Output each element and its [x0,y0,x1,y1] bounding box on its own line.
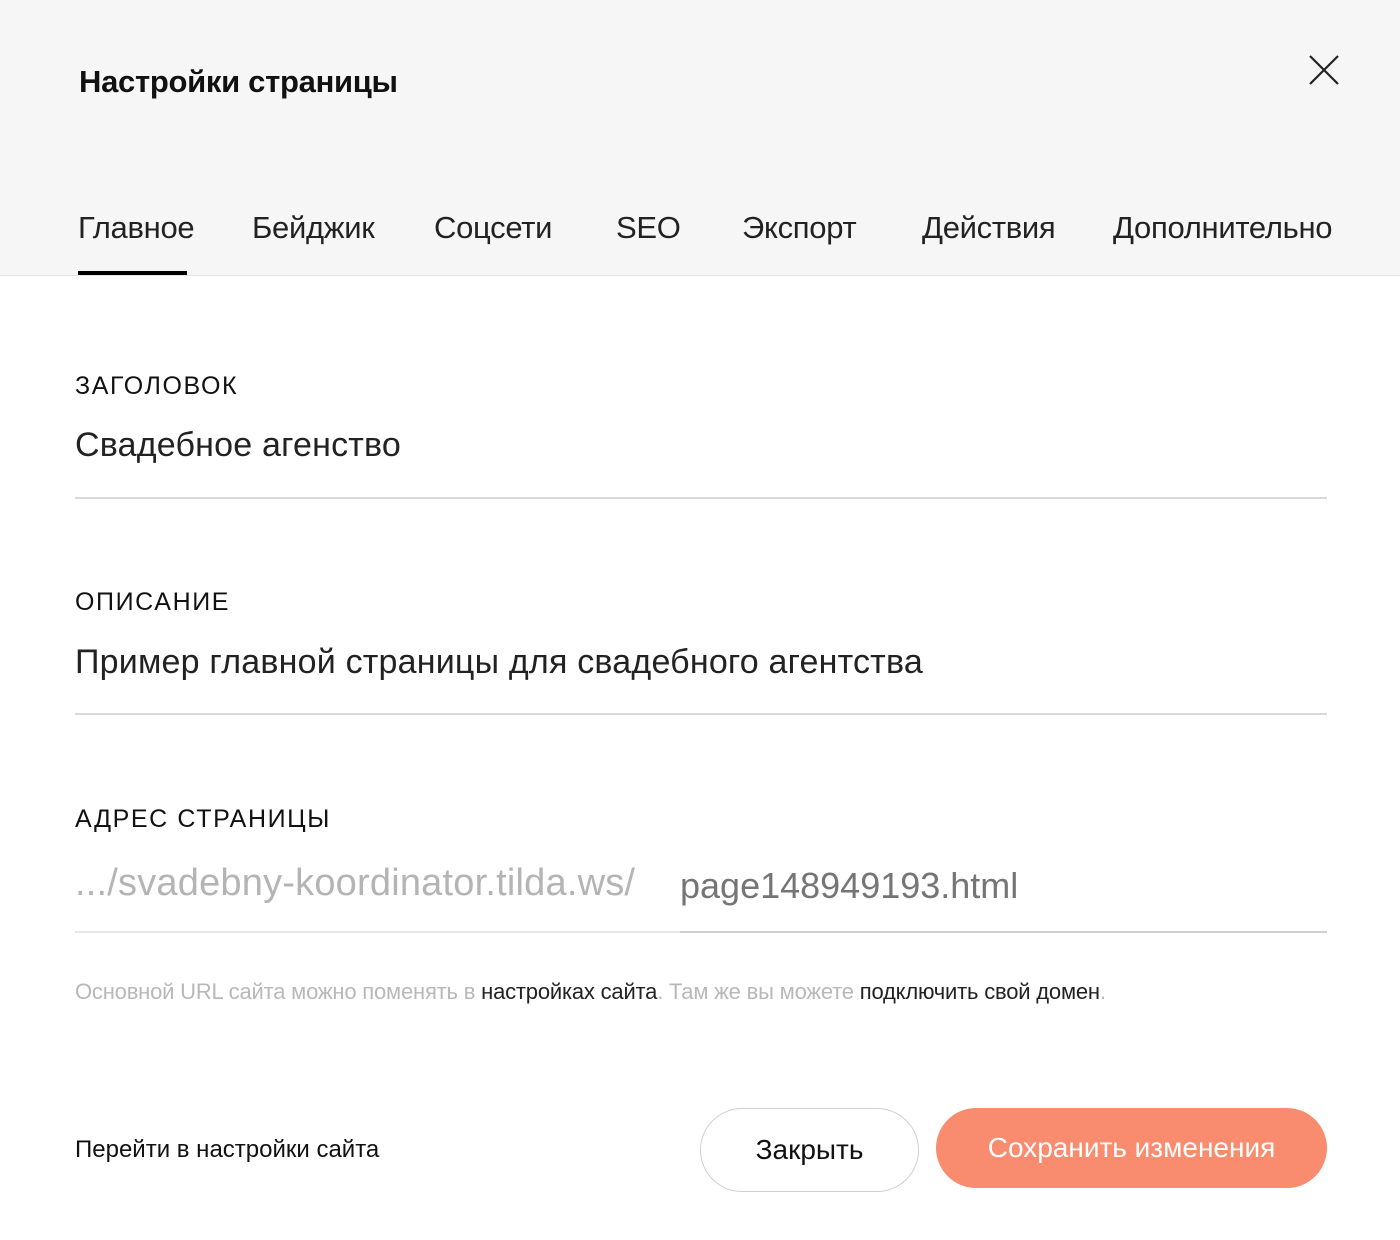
tab-seo[interactable]: SEO [616,210,681,246]
description-field-label: ОПИСАНИЕ [75,588,231,616]
tab-bar: Главное Бейджик Соцсети SEO Экспорт Дейс… [0,0,1400,276]
description-underline [75,713,1327,715]
title-field-label: ЗАГОЛОВОК [75,372,239,400]
site-settings-hint-link[interactable]: настройках сайта [481,979,657,1004]
modal-header: Настройки страницы Главное Бейджик Соцсе… [0,0,1400,276]
tab-additional[interactable]: Дополнительно [1113,210,1333,246]
tab-social[interactable]: Соцсети [434,210,552,246]
save-changes-button[interactable]: Сохранить изменения [936,1108,1327,1188]
tab-badge[interactable]: Бейджик [252,210,375,246]
go-to-site-settings-link[interactable]: Перейти в настройки сайта [75,1136,379,1164]
tab-actions[interactable]: Действия [922,210,1056,246]
title-input[interactable] [75,426,1327,465]
tab-main[interactable]: Главное [78,210,195,246]
title-underline [75,497,1327,499]
hint-text-3: . [1099,979,1106,1004]
hint-text-1: Основной URL сайта можно поменять в [75,979,482,1004]
active-tab-indicator [78,271,187,275]
page-settings-modal: Настройки страницы Главное Бейджик Соцсе… [0,0,1400,1240]
address-field-label: АДРЕС СТРАНИЦЫ [75,805,332,833]
connect-domain-link[interactable]: подключить свой домен [860,979,1100,1004]
url-slug-underline [680,931,1327,933]
page-address-input[interactable] [680,865,1327,907]
url-hint: Основной URL сайта можно поменять в наст… [75,979,1106,1005]
description-input[interactable] [75,643,1327,682]
url-prefix-underline [75,931,680,933]
tab-export[interactable]: Экспорт [742,210,857,246]
url-prefix: .../svadebny-koordinator.tilda.ws/ [75,862,636,904]
hint-text-2: . Там же вы можете [657,979,860,1004]
close-button[interactable]: Закрыть [700,1108,919,1192]
